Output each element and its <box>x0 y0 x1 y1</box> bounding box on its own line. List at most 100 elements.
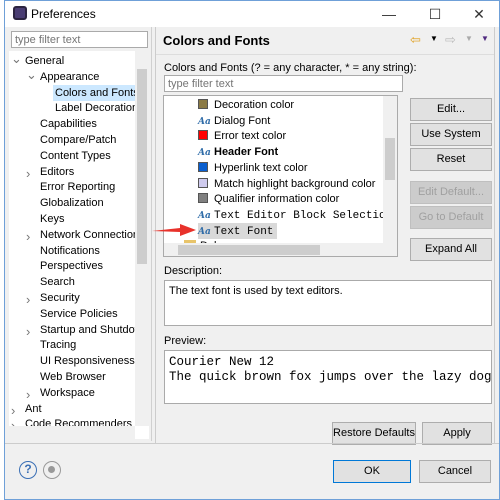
oomph-record-icon[interactable] <box>43 461 61 479</box>
forward-icon[interactable]: ⇨ <box>445 32 456 48</box>
tree-item-label: Globalization <box>40 197 104 210</box>
tree-item[interactable]: Startup and Shutdown <box>38 322 149 338</box>
tree-item-label: Ant <box>25 402 42 415</box>
tree-item[interactable]: Label Decorations <box>53 100 146 116</box>
go-to-default-button[interactable]: Go to Default <box>410 206 492 229</box>
edit-default-button[interactable]: Edit Default... <box>410 181 492 204</box>
ok-button[interactable]: OK <box>333 460 411 483</box>
font-icon: Aa <box>198 116 211 127</box>
tree-item[interactable]: Globalization <box>38 195 106 211</box>
tree-item[interactable]: Capabilities <box>38 116 99 132</box>
tree-item[interactable]: Appearance <box>38 69 101 85</box>
reset-button[interactable]: Reset <box>410 148 492 171</box>
tree-item[interactable]: Content Types <box>38 148 113 164</box>
tree-item-label: Capabilities <box>40 118 97 131</box>
expand-all-button[interactable]: Expand All <box>410 238 492 261</box>
tree-horizontal-scrollbar[interactable] <box>9 426 135 439</box>
description-box: The text font is used by text editors. <box>164 280 492 326</box>
color-font-item[interactable]: Error text color <box>198 128 286 144</box>
color-font-item[interactable]: Hyperlink text color <box>198 160 308 176</box>
restore-defaults-button[interactable]: Restore Defaults <box>332 422 416 445</box>
tree-item[interactable]: Network Connections <box>38 227 147 243</box>
edit-button[interactable]: Edit... <box>410 98 492 121</box>
tree-item[interactable]: Service Policies <box>38 306 120 322</box>
tree-item[interactable]: Search <box>38 274 77 290</box>
color-font-item[interactable]: Aa Header Font <box>198 144 278 160</box>
minimize-button[interactable]: — <box>367 1 411 27</box>
view-menu-icon[interactable]: ▼ <box>481 34 489 43</box>
eclipse-app-icon <box>13 6 27 20</box>
tree-item[interactable]: Tracing <box>38 337 78 353</box>
tree-item[interactable]: Colors and Fonts <box>53 84 139 101</box>
divider <box>156 54 494 55</box>
tree-item[interactable]: UI Responsiveness <box>38 353 137 369</box>
colors-filter-input[interactable] <box>164 75 403 92</box>
color-swatch-icon <box>198 161 208 172</box>
tree-item[interactable]: Workspace <box>38 385 97 401</box>
tree-filter-input[interactable] <box>11 31 148 48</box>
hscroll-thumb[interactable] <box>178 245 320 255</box>
tree-item[interactable]: Notifications <box>38 243 102 259</box>
tree-item[interactable]: Keys <box>38 211 66 227</box>
tree-item-label: Error Reporting <box>40 181 116 194</box>
color-font-item[interactable]: Decoration color <box>198 97 294 113</box>
use-system-font-button[interactable]: Use System Font <box>410 123 492 161</box>
tree-item[interactable]: Editors <box>38 164 76 180</box>
preview-line-2: The quick brown fox jumps over the lazy … <box>169 370 492 384</box>
description-text: The text font is used by text editors. <box>169 285 343 297</box>
chevron-right-icon[interactable]: › <box>26 166 30 181</box>
tree-item[interactable]: Web Browser <box>38 369 108 385</box>
tree-item-label: Keys <box>40 213 65 225</box>
back-icon[interactable]: ⇦ <box>410 32 421 48</box>
color-font-item[interactable]: AaText Editor Block Selection Font <box>198 207 397 223</box>
tree-item[interactable]: Compare/Patch <box>38 132 118 148</box>
tree-item-label: Appearance <box>40 70 100 83</box>
forward-menu-chevron-icon[interactable]: ▼ <box>465 34 473 43</box>
tree-item-label: Web Browser <box>40 371 106 383</box>
color-font-item[interactable]: Aa Dialog Font <box>198 113 270 129</box>
item-label: Text Font <box>214 225 274 238</box>
tree-item-label: Notifications <box>40 244 100 257</box>
chevron-right-icon[interactable]: › <box>26 324 30 339</box>
chevron-down-icon[interactable]: ⌄ <box>26 67 37 83</box>
chevron-right-icon[interactable]: › <box>26 292 30 307</box>
page-title: Colors and Fonts <box>163 33 270 48</box>
color-font-item[interactable]: Qualifier information color <box>198 191 339 207</box>
tree-item-label: Compare/Patch <box>40 134 117 146</box>
help-icon[interactable]: ? <box>19 461 37 479</box>
back-menu-chevron-icon[interactable]: ▼ <box>430 34 438 43</box>
chevron-right-icon[interactable]: › <box>26 387 30 402</box>
tree-item[interactable]: Security <box>38 290 82 306</box>
tree-item-label: Content Types <box>40 149 111 162</box>
preview-line-1: Courier New 12 <box>169 355 275 369</box>
tree-item-label: Label Decorations <box>55 102 144 115</box>
chevron-right-icon[interactable]: › <box>11 403 15 418</box>
tree-item-label: Search <box>40 276 75 289</box>
chevron-right-icon[interactable]: › <box>26 229 30 244</box>
list-vertical-scrollbar[interactable] <box>383 96 397 243</box>
item-label: Decoration color <box>214 99 295 111</box>
tree-item[interactable]: Perspectives <box>38 258 105 274</box>
list-horizontal-scrollbar[interactable] <box>164 243 397 256</box>
tree-item[interactable]: Error Reporting <box>38 179 117 195</box>
scroll-thumb[interactable] <box>385 138 395 180</box>
color-font-item[interactable]: Aa Text Font <box>198 222 278 239</box>
apply-button[interactable]: Apply <box>422 422 492 445</box>
font-icon: Aa <box>198 148 211 159</box>
color-swatch-icon <box>198 130 208 141</box>
cancel-button[interactable]: Cancel <box>419 460 491 483</box>
item-label: Hyperlink text color <box>214 161 308 174</box>
colors-and-fonts-page: Colors and Fonts ⇦ ▼ ⇨ ▼ ▼ Colors and Fo… <box>155 27 495 445</box>
color-swatch-icon <box>198 193 208 204</box>
item-label: Text Editor Block Selection Font <box>214 209 397 222</box>
item-label: Qualifier information color <box>214 193 340 206</box>
window-title: Preferences <box>31 7 96 21</box>
scroll-thumb[interactable] <box>137 69 147 264</box>
close-button[interactable]: ✕ <box>457 1 500 27</box>
chevron-down-icon[interactable]: ⌄ <box>11 51 22 67</box>
color-font-item[interactable]: Match highlight background color <box>198 176 375 192</box>
preview-label: Preview: <box>164 335 207 347</box>
tree-item[interactable]: Ant <box>23 401 44 417</box>
maximize-button[interactable]: ☐ <box>413 1 457 27</box>
tree-item-label: Startup and Shutdown <box>40 323 149 336</box>
